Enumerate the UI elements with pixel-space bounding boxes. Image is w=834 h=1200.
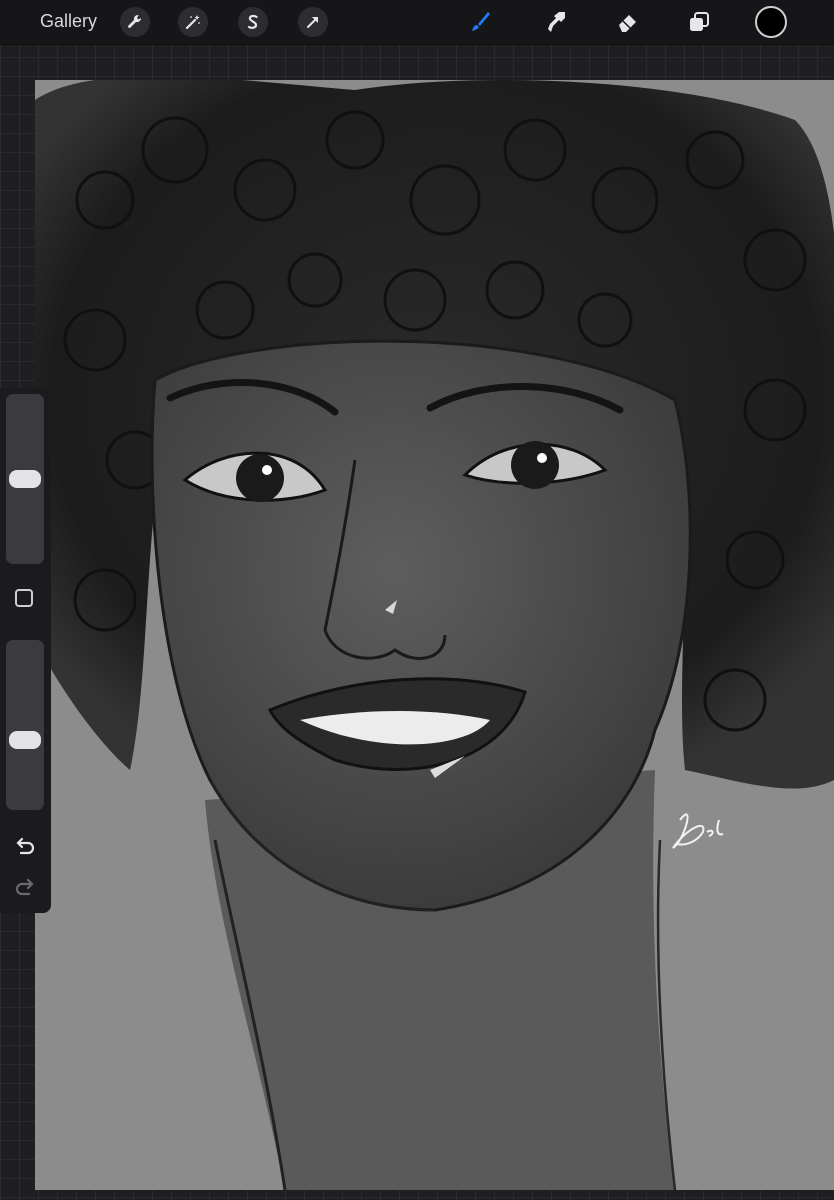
layers-icon	[690, 12, 709, 31]
top-toolbar: Gallery	[0, 0, 834, 45]
transform-button[interactable]	[298, 7, 328, 37]
paint-button[interactable]	[465, 7, 495, 37]
side-toolbar	[0, 388, 51, 913]
selection-icon	[247, 14, 258, 29]
brush-size-thumb[interactable]	[9, 470, 41, 488]
opacity-thumb[interactable]	[9, 731, 41, 750]
portrait-artwork	[35, 80, 834, 1190]
redo-icon	[15, 878, 34, 896]
undo-icon	[16, 837, 35, 855]
layers-button[interactable]	[684, 7, 714, 37]
undo-button[interactable]	[13, 834, 37, 858]
modify-square-icon[interactable]	[15, 589, 33, 607]
move-arrow-icon	[307, 17, 318, 28]
adjustments-button[interactable]	[178, 7, 208, 37]
actions-button[interactable]	[120, 7, 150, 37]
brush-size-slider[interactable]	[6, 394, 44, 564]
gallery-button[interactable]: Gallery	[40, 11, 97, 32]
wrench-icon	[128, 14, 142, 28]
redo-button[interactable]	[13, 875, 37, 899]
color-swatch[interactable]	[755, 6, 787, 38]
selection-button[interactable]	[238, 7, 268, 37]
magic-wand-icon	[185, 15, 200, 30]
smudge-icon	[548, 12, 565, 32]
opacity-slider[interactable]	[6, 640, 44, 810]
smudge-button[interactable]	[542, 7, 572, 37]
erase-button[interactable]	[613, 7, 643, 37]
drawing-canvas[interactable]	[35, 80, 834, 1190]
brush-icon	[472, 12, 490, 31]
eraser-icon	[619, 15, 636, 32]
